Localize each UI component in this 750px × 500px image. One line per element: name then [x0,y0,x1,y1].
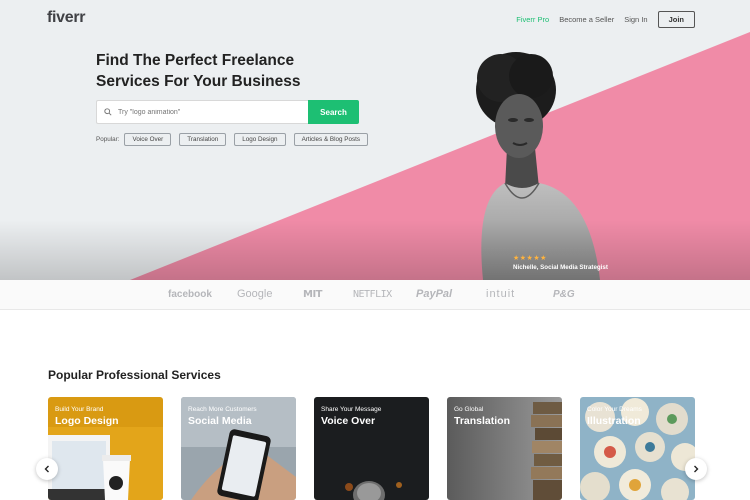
brand-paypal-logo: PayPal [416,288,453,300]
top-nav: Fiverr Pro Become a Seller Sign In Join [516,11,695,28]
nav-fiverr-pro-link[interactable]: Fiverr Pro [516,15,549,24]
search-input[interactable] [118,108,298,116]
testimonial-caption: ★★★★★ Nichelle, Social Media Strategist [513,255,608,271]
service-card-illustration[interactable]: Color Your Dreams Illustration [580,397,695,500]
hero-bottom-fade [0,220,750,280]
chevron-right-icon [694,465,699,473]
card-subtitle: Share Your Message [321,406,382,413]
popular-tag-articles[interactable]: Articles & Blog Posts [293,133,369,146]
card-title: Voice Over [321,415,376,427]
service-card-voice-over[interactable]: Share Your Message Voice Over [314,397,429,500]
card-title: Logo Design [55,415,119,427]
chevron-left-icon [44,465,49,473]
service-card-logo-design[interactable]: Build Your Brand Logo Design [48,397,163,500]
service-card-social-media[interactable]: Reach More Customers Social Media [181,397,296,500]
rating-stars: ★★★★★ [513,255,547,262]
search-icon [104,108,112,116]
carousel-prev-button[interactable] [36,458,58,480]
join-button[interactable]: Join [657,11,695,28]
testimonial-name: Nichelle, Social Media Strategist [513,264,608,271]
card-subtitle: Go Global [454,406,484,413]
fiverr-logo[interactable]: fiverr [47,9,86,27]
popular-tag-voice-over[interactable]: Voice Over [124,133,172,146]
popular-label: Popular: [96,136,120,143]
card-title: Illustration [587,415,641,427]
hero-section: fiverr Fiverr Pro Become a Seller Sign I… [0,0,750,280]
nav-sign-in-link[interactable]: Sign In [624,15,647,24]
popular-tag-translation[interactable]: Translation [179,133,227,146]
brand-netflix-logo: NETFLIX [353,289,392,300]
brand-intuit-logo: intuit [486,288,516,300]
carousel-next-button[interactable] [685,458,707,480]
trusted-by-bar: facebook Google MIT NETFLIX PayPal intui… [0,280,750,310]
hero-headline: Find The Perfect Freelance Services For … [96,52,301,90]
top-header: fiverr Fiverr Pro Become a Seller Sign I… [0,0,750,36]
card-title: Translation [454,415,511,427]
brand-mit-logo: MIT [303,289,323,300]
brand-facebook-logo: facebook [168,289,212,300]
card-title: Social Media [188,415,252,427]
hero-search: Search [96,100,359,124]
brand-pg-logo: P&G [553,289,575,300]
search-button[interactable]: Search [308,100,359,124]
popular-tags: Popular: Voice Over Translation Logo Des… [96,133,376,146]
card-subtitle: Color Your Dreams [587,406,642,413]
card-subtitle: Reach More Customers [188,406,257,413]
service-card-translation[interactable]: Go Global Translation [447,397,562,500]
search-box[interactable] [96,100,308,124]
card-subtitle: Build Your Brand [55,406,104,413]
popular-tag-logo-design[interactable]: Logo Design [234,133,286,146]
brand-google-logo: Google [237,288,273,300]
section-title: Popular Professional Services [48,368,221,382]
nav-become-seller-link[interactable]: Become a Seller [559,15,614,24]
